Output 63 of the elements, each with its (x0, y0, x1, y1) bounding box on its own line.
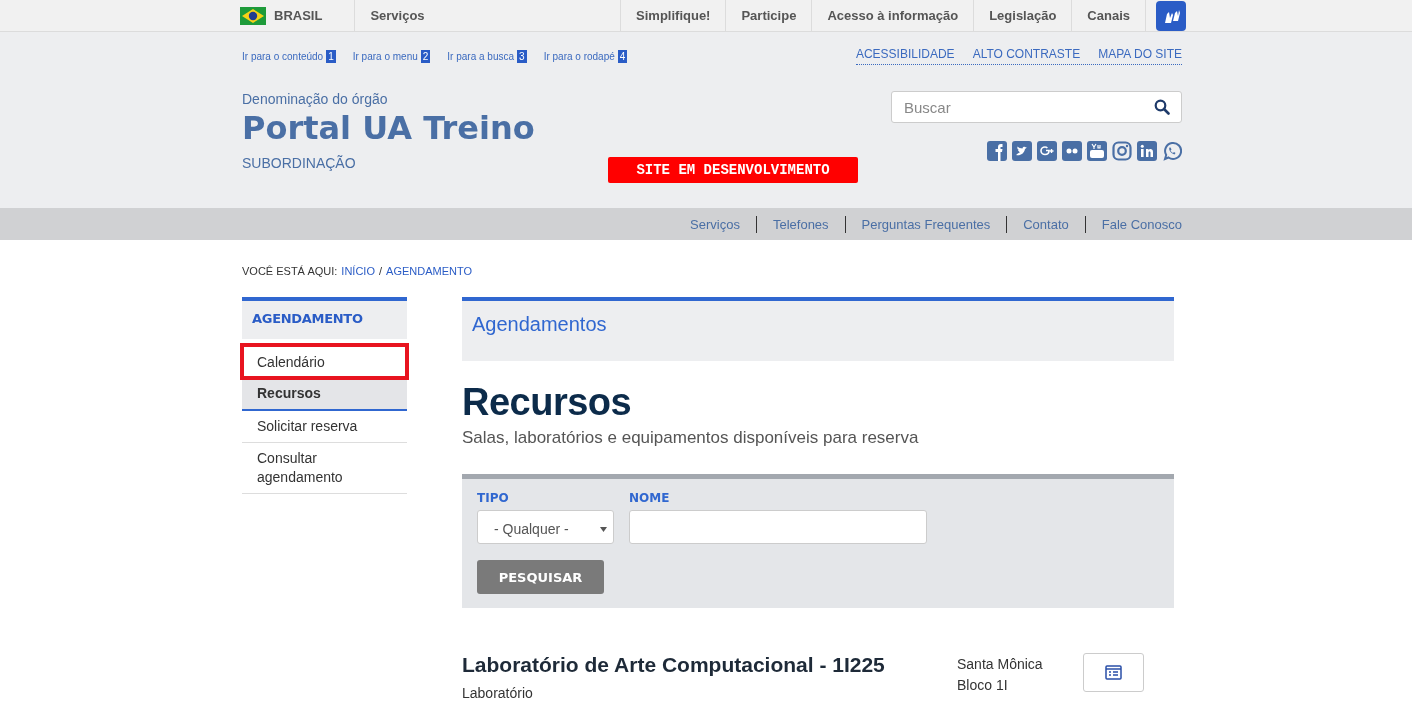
name-input-field[interactable] (629, 510, 927, 544)
top-link[interactable]: Acesso à informação (812, 0, 975, 31)
type-select[interactable]: - Qualquer - (477, 510, 614, 544)
page-description: Salas, laboratórios e equipamentos disponíveis para reserva (462, 428, 920, 448)
skip-link[interactable]: Ir para o menu 2 (352, 49, 431, 63)
nav-link[interactable]: Contato (1006, 215, 1085, 233)
search-field[interactable]: Buscar (891, 91, 1182, 123)
resource-location: Santa Mônica (957, 655, 1044, 674)
organ-name: Denominação do órgão (242, 91, 389, 107)
sidebar-item[interactable]: Solicitar reserva (242, 411, 407, 443)
field-label: TIPO (477, 491, 510, 505)
search-button[interactable]: PESQUISAR (477, 560, 604, 594)
caret-icon (600, 526, 607, 532)
social-media-icon[interactable] (1137, 141, 1157, 161)
flag-icon (240, 6, 266, 25)
sidebar-item[interactable]: Calendário (242, 345, 407, 378)
breadcrumb-link[interactable]: AGENDAMENTO (386, 265, 473, 277)
skip-link[interactable]: Ir para o conteúdo 1 (242, 49, 336, 63)
social-media-icon[interactable] (1112, 141, 1132, 161)
sidebar-item[interactable]: Consultar agendamento (242, 443, 407, 494)
breadcrumb-separator: / (379, 265, 383, 277)
page-heading: Recursos (462, 381, 633, 424)
accessibility-link[interactable]: ALTO CONTRASTE (972, 47, 1081, 61)
nav-link[interactable]: Telefones (755, 215, 845, 233)
sidebar-item[interactable]: Recursos (242, 378, 407, 411)
social-media-icon[interactable] (1062, 141, 1082, 161)
breadcrumb-label: VOCÊ ESTÁ AQUI: (242, 265, 338, 277)
list-icon (1105, 664, 1122, 681)
shortcut-key: 1 (326, 49, 336, 63)
social-media-icon[interactable] (1012, 141, 1032, 161)
social-media-icon[interactable] (1037, 141, 1057, 161)
top-link[interactable]: Simplifique! (620, 0, 727, 31)
accessibility-link[interactable]: MAPA DO SITE (1098, 47, 1182, 61)
top-link[interactable]: Serviços (355, 0, 440, 31)
section-title: Agendamentos (472, 313, 608, 336)
site-title[interactable]: Portal UA Treino (242, 109, 608, 147)
top-link[interactable]: Legislação (974, 0, 1073, 31)
resource-type: Laboratório (462, 685, 534, 701)
social-media-icon[interactable] (987, 141, 1007, 161)
nav-link[interactable]: Serviços (674, 215, 756, 233)
shortcut-key: 4 (617, 49, 628, 63)
resource-location: Bloco 1I (957, 676, 1009, 695)
social-media-icon[interactable] (1162, 141, 1182, 161)
skip-link[interactable]: Ir para o rodapé 4 (543, 49, 628, 63)
development-banner: SITE EM DESENVOLVIMENTO (608, 157, 858, 183)
country-label: BRASIL (274, 8, 323, 23)
nav-link[interactable]: Perguntas Frequentes (844, 215, 1007, 233)
calendar-button[interactable] (1083, 653, 1144, 692)
resource-title: Laboratório de Arte Computacional - 1I225 (462, 653, 886, 677)
shortcut-key: 2 (420, 49, 431, 63)
search-icon[interactable] (1154, 99, 1170, 115)
top-link[interactable]: Participe (726, 0, 813, 31)
accessibility-link[interactable]: ACESSIBILIDADE (855, 47, 955, 61)
field-label: NOME (629, 491, 671, 505)
hand-sign-icon[interactable] (1156, 0, 1186, 31)
nav-link[interactable]: Fale Conosco (1084, 215, 1182, 233)
top-link[interactable]: Canais (1072, 0, 1146, 31)
shortcut-key: 3 (517, 49, 527, 63)
subordination-label: SUBORDINAÇÃO (242, 155, 357, 171)
sidebar-heading: AGENDAMENTO (242, 297, 407, 339)
social-media-icon[interactable] (1087, 141, 1107, 161)
breadcrumb-link[interactable]: INÍCIO (341, 265, 375, 277)
skip-link[interactable]: Ir para a busca 3 (447, 49, 527, 63)
